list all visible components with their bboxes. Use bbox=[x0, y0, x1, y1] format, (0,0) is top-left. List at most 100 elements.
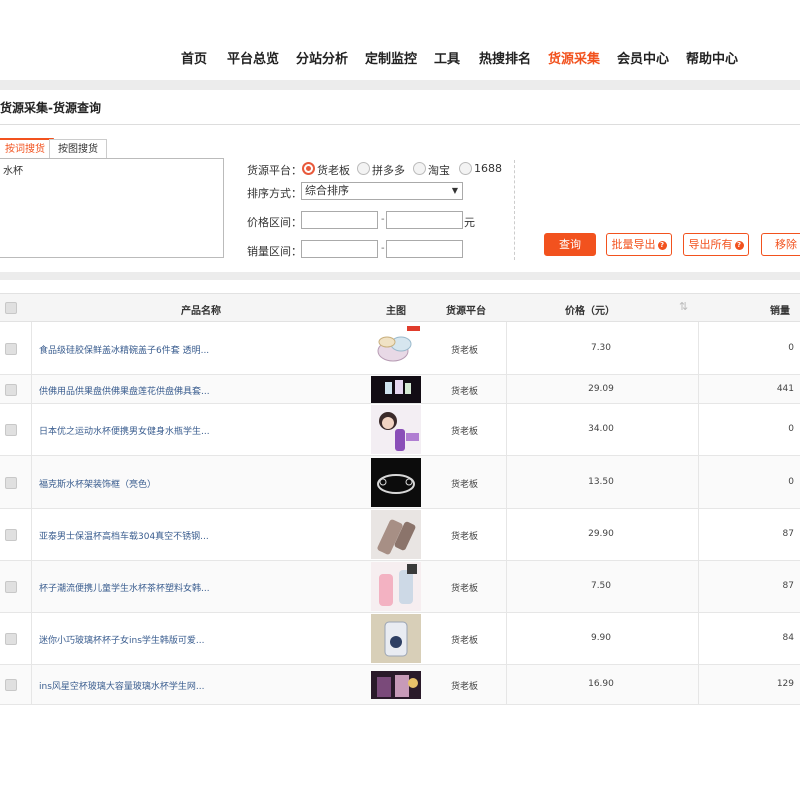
row-checkbox[interactable] bbox=[5, 679, 17, 691]
column-divider bbox=[698, 322, 699, 375]
column-divider bbox=[506, 404, 507, 456]
header-platform: 货源平台 bbox=[446, 306, 486, 317]
row-checkbox[interactable] bbox=[5, 384, 17, 396]
product-name-link[interactable]: 杯子潮流便携儿童学生水杯茶杯塑料女韩... bbox=[39, 581, 210, 594]
sales-range-label: 销量区间： bbox=[247, 245, 302, 258]
platform-cell: 货老板 bbox=[451, 387, 479, 397]
batch-export-button[interactable]: 批量导出? bbox=[606, 233, 672, 256]
nav-item-home[interactable]: 首页 bbox=[181, 48, 207, 67]
price-range-label: 价格区间： bbox=[247, 216, 302, 229]
keyword-textarea[interactable]: 水杯 bbox=[0, 158, 224, 258]
row-checkbox[interactable] bbox=[5, 633, 17, 645]
tab-keyword-search[interactable]: 按词搜货 bbox=[0, 138, 54, 159]
radio-pinduoduo[interactable] bbox=[357, 162, 370, 175]
product-name-link[interactable]: 日本优之运动水杯便携男女健身水瓶学生... bbox=[39, 424, 210, 437]
column-divider bbox=[31, 561, 32, 613]
product-thumbnail[interactable] bbox=[371, 510, 421, 563]
price-cell: 29.90 bbox=[588, 529, 614, 539]
price-unit: 元 bbox=[464, 216, 475, 229]
select-all-checkbox[interactable] bbox=[5, 302, 17, 314]
product-name-link[interactable]: ins风星空杯玻璃大容量玻璃水杯学生网... bbox=[39, 679, 204, 692]
product-thumbnail[interactable] bbox=[371, 614, 421, 667]
nav-item-hot-search[interactable]: 热搜排名 bbox=[479, 48, 531, 67]
nav-item-custom-monitor[interactable]: 定制监控 bbox=[365, 48, 417, 67]
column-divider bbox=[506, 613, 507, 665]
row-checkbox[interactable] bbox=[5, 424, 17, 436]
header-price[interactable]: 价格（元） bbox=[565, 302, 615, 317]
chevron-down-icon: ▼ bbox=[451, 186, 458, 195]
table-header: 产品名称 主图 货源平台 价格（元） ⇅ 销量 bbox=[0, 293, 800, 322]
column-divider bbox=[31, 322, 32, 375]
product-name-link[interactable]: 亚泰男士保温杯高档车载304真空不锈钢... bbox=[39, 529, 209, 542]
remove-button[interactable]: 移除 bbox=[761, 233, 800, 256]
product-name-link[interactable]: 福克斯水杯架装饰框（亮色） bbox=[39, 477, 156, 490]
row-checkbox[interactable] bbox=[5, 477, 17, 489]
price-min-input[interactable] bbox=[301, 211, 378, 229]
nav-item-platform-overview[interactable]: 平台总览 bbox=[227, 48, 279, 67]
page-title: 货源采集-货源查询 bbox=[0, 101, 101, 115]
tab-image-search[interactable]: 按图搜货 bbox=[49, 139, 107, 159]
product-thumbnail[interactable] bbox=[371, 324, 421, 377]
nav-item-tools[interactable]: 工具 bbox=[434, 48, 460, 67]
header-product-name: 产品名称 bbox=[181, 306, 221, 317]
table-row: 福克斯水杯架装饰框（亮色） 货老板 13.50 0 bbox=[0, 456, 800, 509]
radio-huolaoban[interactable] bbox=[302, 162, 315, 175]
product-name-link[interactable]: 迷你小巧玻璃杯杯子女ins学生韩版可爱... bbox=[39, 633, 204, 646]
table-row: 迷你小巧玻璃杯杯子女ins学生韩版可爱... 货老板 9.90 84 bbox=[0, 613, 800, 665]
radio-label-pinduoduo: 拼多多 bbox=[372, 164, 405, 177]
row-checkbox[interactable] bbox=[5, 343, 17, 355]
nav-item-source-collect[interactable]: 货源采集 bbox=[548, 48, 600, 67]
price-max-input[interactable] bbox=[386, 211, 463, 229]
sort-icon[interactable]: ⇅ bbox=[679, 300, 688, 313]
column-divider bbox=[506, 509, 507, 561]
column-divider bbox=[506, 322, 507, 375]
table-row: 供佛用品供果盘供佛果盘莲花供盘佛具套... 货老板 29.09 441 bbox=[0, 375, 800, 404]
product-name-link[interactable]: 供佛用品供果盘供佛果盘莲花供盘佛具套... bbox=[39, 384, 210, 397]
sort-select[interactable]: 综合排序 ▼ bbox=[301, 182, 463, 200]
sales-cell: 0 bbox=[788, 477, 794, 487]
export-all-button[interactable]: 导出所有? bbox=[683, 233, 749, 256]
nav-item-help-center[interactable]: 帮助中心 bbox=[686, 48, 738, 67]
product-thumbnail[interactable] bbox=[371, 562, 421, 615]
column-divider bbox=[698, 456, 699, 509]
sales-max-input[interactable] bbox=[386, 240, 463, 258]
sort-select-value: 综合排序 bbox=[305, 184, 349, 197]
product-thumbnail[interactable] bbox=[371, 458, 421, 511]
header-sales: 销量 bbox=[770, 306, 790, 317]
help-icon: ? bbox=[657, 240, 667, 250]
sales-cell: 441 bbox=[776, 384, 794, 394]
column-divider bbox=[31, 456, 32, 509]
sales-cell: 87 bbox=[782, 529, 794, 539]
column-divider bbox=[31, 665, 32, 705]
product-thumbnail[interactable] bbox=[371, 405, 421, 458]
price-cell: 29.09 bbox=[588, 384, 614, 394]
sort-label: 排序方式： bbox=[247, 187, 302, 200]
product-thumbnail[interactable] bbox=[371, 376, 421, 407]
column-divider bbox=[506, 665, 507, 705]
column-divider bbox=[698, 561, 699, 613]
radio-label-huolaoban: 货老板 bbox=[317, 164, 350, 177]
radio-taobao[interactable] bbox=[413, 162, 426, 175]
title-divider bbox=[0, 124, 800, 125]
sales-min-input[interactable] bbox=[301, 240, 378, 258]
column-divider bbox=[698, 375, 699, 404]
platform-cell: 货老板 bbox=[451, 636, 479, 646]
product-name-link[interactable]: 食品级硅胶保鲜盖冰精碗盖子6件套 透明... bbox=[39, 343, 209, 356]
platform-cell: 货老板 bbox=[451, 532, 479, 542]
platform-cell: 货老板 bbox=[451, 427, 479, 437]
nav-item-member-center[interactable]: 会员中心 bbox=[617, 48, 669, 67]
sales-cell: 87 bbox=[782, 581, 794, 591]
price-cell: 13.50 bbox=[588, 477, 614, 487]
row-checkbox[interactable] bbox=[5, 581, 17, 593]
sales-cell: 0 bbox=[788, 343, 794, 353]
column-divider bbox=[506, 561, 507, 613]
row-checkbox[interactable] bbox=[5, 529, 17, 541]
table-row: 亚泰男士保温杯高档车载304真空不锈钢... 货老板 29.90 87 bbox=[0, 509, 800, 561]
query-button[interactable]: 查询 bbox=[544, 233, 596, 256]
column-divider bbox=[698, 665, 699, 705]
nav-item-substation-analysis[interactable]: 分站分析 bbox=[296, 48, 348, 67]
top-nav: 首页 平台总览 分站分析 定制监控 工具 热搜排名 货源采集 会员中心 帮助中心 bbox=[0, 0, 800, 80]
column-divider bbox=[506, 375, 507, 404]
radio-1688[interactable] bbox=[459, 162, 472, 175]
product-thumbnail[interactable] bbox=[371, 671, 421, 703]
